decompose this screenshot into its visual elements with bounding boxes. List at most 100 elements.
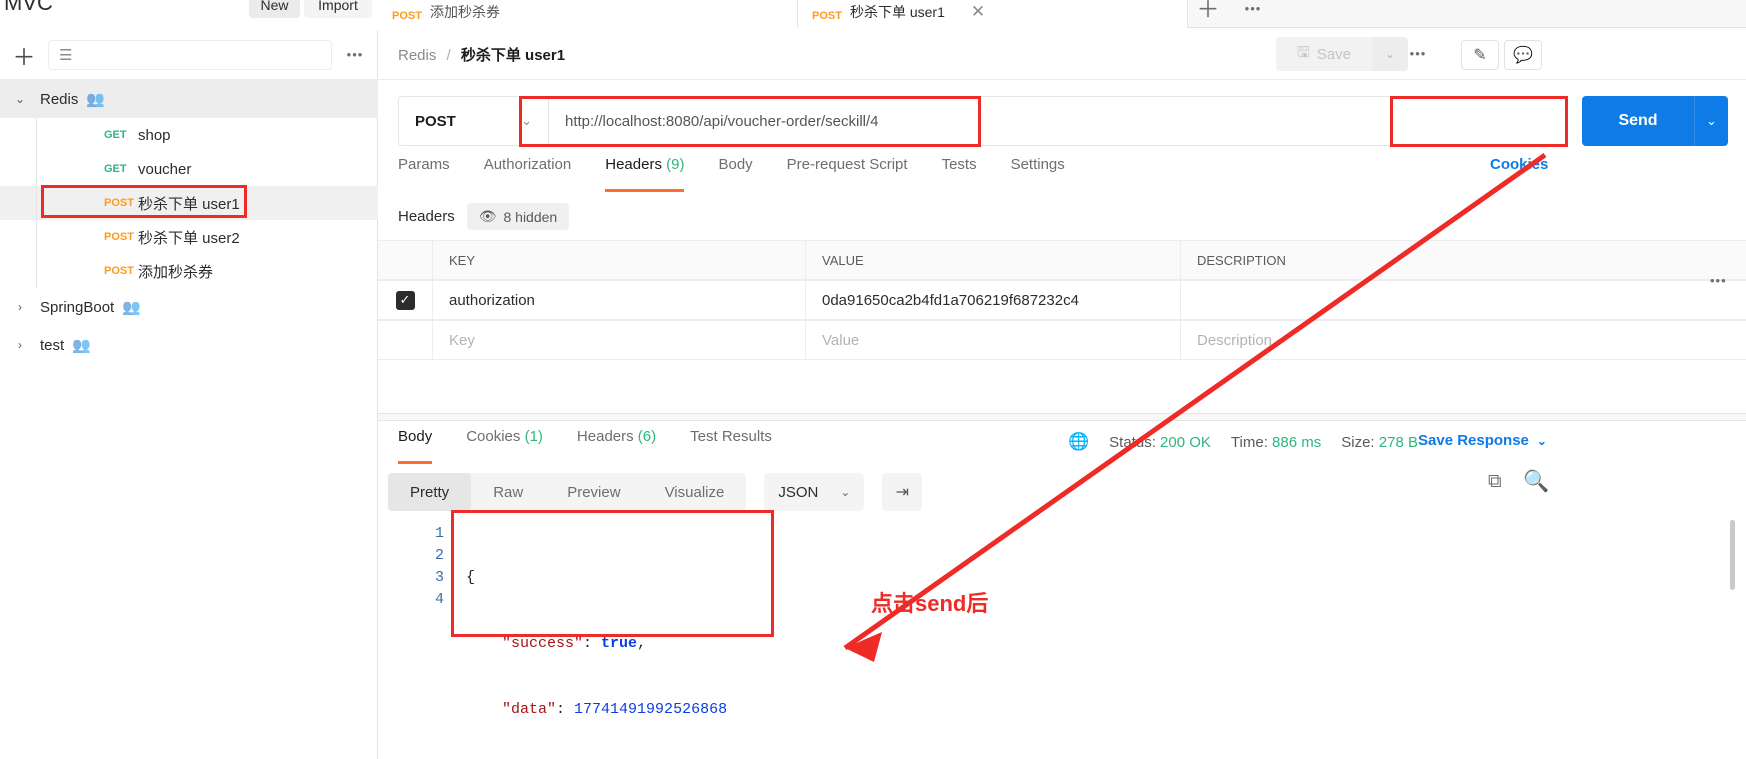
breadcrumb: Redis / 秒杀下单 user1: [398, 44, 565, 65]
sidebar-request-seckill-user1[interactable]: POST 秒杀下单 user1: [0, 186, 378, 220]
save-button[interactable]: 🖫 Save: [1276, 37, 1372, 71]
table-row-empty[interactable]: Key Value Description: [378, 320, 1746, 360]
new-button[interactable]: New: [249, 0, 300, 18]
format-tab-visualize[interactable]: Visualize: [643, 473, 747, 511]
sidebar-request-seckill-user2[interactable]: POST 秒杀下单 user2: [0, 220, 378, 254]
tab-params[interactable]: Params: [398, 156, 468, 192]
tab-label: 秒杀下单 user1: [849, 4, 945, 20]
save-response-button[interactable]: Save Response ⌄: [1418, 432, 1547, 449]
sidebar-collection-redis[interactable]: ⌄ Redis 👥: [0, 80, 378, 118]
tab-settings[interactable]: Settings: [1011, 156, 1083, 192]
tab-method: POST: [392, 10, 422, 22]
tab-label: Cookies: [466, 428, 521, 445]
tab-options-icon[interactable]: •••: [1233, 0, 1273, 28]
indent-guide: [36, 118, 104, 152]
response-divider[interactable]: [378, 413, 1746, 421]
format-tab-pretty[interactable]: Pretty: [388, 473, 472, 511]
request-options-icon[interactable]: •••: [1388, 46, 1448, 61]
tab-label: Body: [718, 156, 753, 173]
status-label: Status:: [1109, 433, 1156, 451]
postman-window: MVC New Import POST 添加秒杀券 POST 秒杀下单 user…: [0, 0, 1746, 759]
close-icon[interactable]: ✕: [971, 2, 985, 22]
comment-icon[interactable]: 💬: [1504, 40, 1542, 70]
tab-headers[interactable]: Headers (9): [605, 156, 702, 192]
header-key-placeholder[interactable]: Key: [433, 320, 806, 360]
url-input[interactable]: http://localhost:8080/api/voucher-order/…: [548, 96, 1568, 146]
tab-count: (1): [524, 428, 543, 445]
response-tab-body[interactable]: Body: [398, 428, 450, 464]
copy-icon[interactable]: ⧉: [1488, 471, 1502, 493]
tab-label: Settings: [1010, 156, 1065, 173]
json-tail: ,: [637, 635, 647, 652]
time-group: Time: 886 ms: [1231, 434, 1321, 451]
tab-tests[interactable]: Tests: [942, 156, 995, 192]
tab-body[interactable]: Body: [718, 156, 770, 192]
sidebar-collection-springboot[interactable]: › SpringBoot 👥: [0, 288, 378, 326]
time-value: 886 ms: [1272, 433, 1322, 451]
response-language-select[interactable]: JSON ⌄: [764, 473, 865, 511]
eye-icon: 👁: [478, 208, 497, 224]
collection-name: SpringBoot: [40, 298, 115, 316]
tab-method: POST: [812, 10, 842, 22]
format-tab-raw[interactable]: Raw: [471, 473, 545, 511]
sidebar-request-voucher[interactable]: GET voucher: [0, 152, 378, 186]
row-checkbox-empty[interactable]: [378, 320, 433, 360]
table-header-row: KEY VALUE DESCRIPTION: [378, 240, 1746, 280]
hidden-headers-toggle[interactable]: 👁 8 hidden: [466, 203, 570, 230]
code-line-2: "success": true,: [466, 633, 727, 655]
import-button[interactable]: Import: [304, 0, 372, 18]
new-tab-icon[interactable]: ＋: [1188, 0, 1228, 28]
response-tab-test-results[interactable]: Test Results: [690, 428, 790, 464]
chevron-down-icon: ⌄: [14, 92, 26, 106]
add-icon[interactable]: ＋: [0, 38, 48, 72]
sidebar-toolbar: ＋ ☰ •••: [0, 30, 378, 80]
sidebar-request-add-voucher[interactable]: POST 添加秒杀券: [0, 254, 378, 288]
edit-icon[interactable]: ✎: [1461, 40, 1499, 70]
tab-bar: POST 添加秒杀券 POST 秒杀下单 user1 ✕ ＋ ••• No En…: [378, 0, 1746, 28]
tab-label: 添加秒杀券: [429, 4, 500, 20]
wrap-lines-icon[interactable]: ⇥: [882, 473, 923, 511]
header-key[interactable]: authorization: [433, 280, 806, 320]
filter-input[interactable]: ☰: [48, 39, 332, 70]
json-value: 17741491992526868: [574, 701, 728, 718]
tab-label: Params: [398, 156, 450, 173]
sidebar-collection-test[interactable]: › test 👥: [0, 326, 378, 364]
header-description-placeholder[interactable]: Description: [1181, 320, 1746, 360]
people-icon: 👥: [72, 337, 91, 354]
json-key: "success": [502, 635, 584, 652]
sidebar-options-icon[interactable]: •••: [332, 47, 378, 62]
format-tab-group: Pretty Raw Preview Visualize: [388, 473, 747, 511]
status-value: 200 OK: [1160, 433, 1211, 451]
tab-seckill-user1[interactable]: POST 秒杀下单 user1 ✕: [798, 0, 1188, 28]
tab-authorization[interactable]: Authorization: [484, 156, 590, 192]
request-method: GET: [104, 129, 127, 141]
header-value[interactable]: 0da91650ca2b4fd1a706219f687232c4: [806, 280, 1181, 320]
response-tab-cookies[interactable]: Cookies (1): [466, 428, 561, 464]
cookies-link[interactable]: Cookies: [1490, 156, 1548, 173]
line-number-gutter: 1 2 3 4: [398, 523, 444, 611]
header-description[interactable]: [1181, 280, 1746, 320]
header-value-placeholder[interactable]: Value: [806, 320, 1181, 360]
method-select[interactable]: POST ⌄: [398, 96, 548, 146]
search-icon[interactable]: 🔍: [1523, 470, 1549, 494]
tab-pre-request-script[interactable]: Pre-request Script: [787, 156, 926, 192]
brace-open: {: [466, 569, 476, 586]
tab-label: Body: [398, 428, 433, 445]
sidebar-request-shop[interactable]: GET shop: [0, 118, 378, 152]
breadcrumb-collection[interactable]: Redis: [398, 47, 436, 64]
headers-subheader: Headers 👁 8 hidden: [398, 203, 570, 230]
format-tab-preview[interactable]: Preview: [545, 473, 642, 511]
send-options-icon[interactable]: ⌄: [1694, 96, 1728, 146]
table-options-icon[interactable]: •••: [1710, 273, 1727, 288]
response-body[interactable]: 1 2 3 4 { "success": true, "data": 17741…: [398, 523, 1708, 718]
tab-add-seckill-voucher[interactable]: POST 添加秒杀券: [378, 0, 798, 28]
response-tab-headers[interactable]: Headers (6): [577, 428, 674, 464]
response-scrollbar[interactable]: [1730, 520, 1735, 590]
indent-guide: [36, 254, 104, 288]
row-checkbox[interactable]: ✓: [378, 280, 433, 320]
table-row[interactable]: ✓ authorization 0da91650ca2b4fd1a706219f…: [378, 280, 1746, 320]
headers-title: Headers: [398, 208, 455, 225]
indent-guide: [36, 186, 104, 220]
send-button[interactable]: Send: [1582, 96, 1694, 146]
chevron-down-icon: ⌄: [1536, 433, 1547, 448]
